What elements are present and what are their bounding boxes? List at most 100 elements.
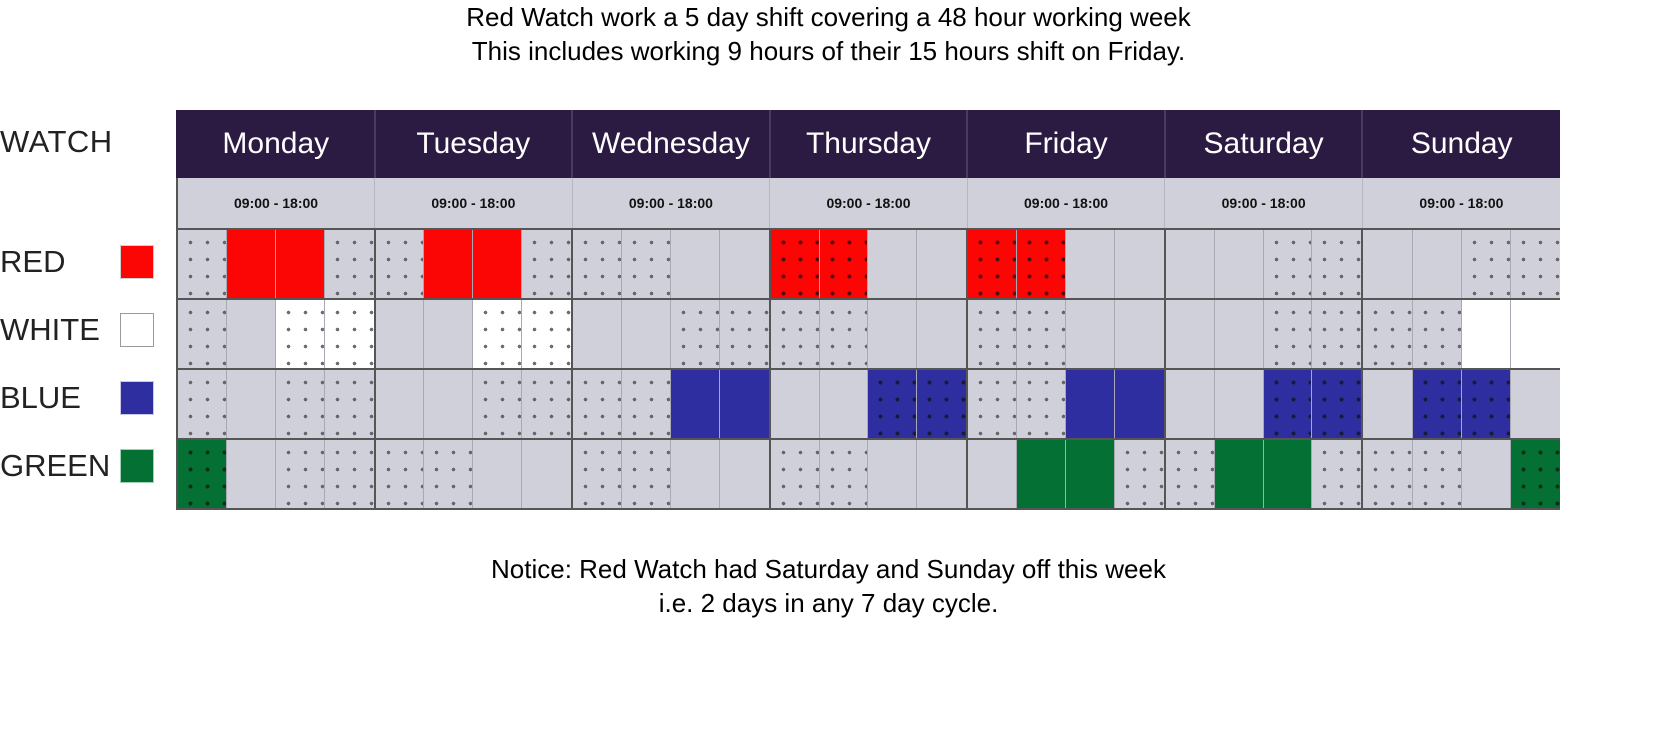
subcell-red-friday-2 <box>1017 230 1067 298</box>
time-range-friday: 09:00 - 18:00 <box>967 178 1166 230</box>
subcell-green-monday-4 <box>324 440 374 508</box>
watch-swatch-blue <box>120 381 154 415</box>
subcell-red-saturday-1 <box>1165 230 1215 298</box>
subcell-blue-monday-4 <box>324 370 374 438</box>
time-range-tuesday: 09:00 - 18:00 <box>374 178 573 230</box>
subcell-white-tuesday-3 <box>473 300 523 368</box>
subcell-group <box>770 440 967 508</box>
subcell-green-monday-2 <box>226 440 276 508</box>
subcell-blue-sunday-1 <box>1363 370 1413 438</box>
subcell-blue-saturday-3 <box>1263 370 1313 438</box>
shift-row-white <box>176 299 1560 370</box>
subcell-group <box>968 440 1164 508</box>
subcell-white-wednesday-4 <box>719 300 769 368</box>
subcell-group <box>1165 370 1362 438</box>
subcell-blue-friday-1 <box>968 370 1018 438</box>
subcell-red-tuesday-2 <box>424 230 474 298</box>
subcell-red-wednesday-2 <box>622 230 671 298</box>
subcell-red-friday-1 <box>968 230 1018 298</box>
subcell-green-monday-3 <box>275 440 325 508</box>
subcell-red-wednesday-1 <box>573 230 623 298</box>
subcell-white-friday-2 <box>1017 300 1067 368</box>
subcell-white-sunday-1 <box>1363 300 1413 368</box>
day-header-saturday: Saturday <box>1164 110 1364 178</box>
subcell-group <box>375 300 572 368</box>
subcell-green-tuesday-1 <box>375 440 425 508</box>
subcell-blue-saturday-1 <box>1165 370 1215 438</box>
subcell-blue-monday-2 <box>226 370 276 438</box>
subcell-green-thursday-2 <box>819 440 869 508</box>
subcell-white-wednesday-2 <box>622 300 671 368</box>
subcell-red-monday-2 <box>226 230 276 298</box>
subcell-red-thursday-4 <box>917 230 967 298</box>
watch-swatch-green <box>120 449 154 483</box>
subcell-green-wednesday-2 <box>622 440 671 508</box>
subcell-blue-sunday-4 <box>1510 370 1560 438</box>
subcell-green-wednesday-3 <box>670 440 720 508</box>
subcell-blue-friday-4 <box>1114 370 1164 438</box>
subcell-red-tuesday-1 <box>375 230 425 298</box>
watch-label-red: RED <box>0 244 66 279</box>
subcell-group <box>1363 230 1561 298</box>
subcell-white-thursday-3 <box>868 300 918 368</box>
day-header-monday: Monday <box>176 110 376 178</box>
subcell-white-monday-3 <box>275 300 325 368</box>
shift-cell-green-thursday <box>769 439 969 510</box>
subcell-group <box>1363 370 1560 438</box>
subcell-group <box>1363 440 1561 508</box>
subcell-green-tuesday-2 <box>424 440 474 508</box>
subcell-group <box>573 300 769 368</box>
shift-cell-blue-friday <box>967 369 1166 440</box>
subcell-group <box>770 370 967 438</box>
shift-cell-blue-monday <box>176 369 376 440</box>
subcell-red-sunday-3 <box>1461 230 1511 298</box>
subcell-green-tuesday-4 <box>522 440 572 508</box>
subcell-group <box>968 300 1164 368</box>
subcell-green-saturday-2 <box>1214 440 1264 508</box>
subcell-white-saturday-1 <box>1165 300 1215 368</box>
watch-label-white: WHITE <box>0 312 100 347</box>
day-header-tuesday: Tuesday <box>374 110 574 178</box>
shift-cell-green-monday <box>176 439 376 510</box>
subcell-red-monday-3 <box>275 230 325 298</box>
subcell-blue-tuesday-2 <box>424 370 474 438</box>
subcell-white-sunday-2 <box>1412 300 1462 368</box>
time-range-monday: 09:00 - 18:00 <box>176 178 376 230</box>
subcell-blue-friday-2 <box>1017 370 1067 438</box>
shift-cell-white-tuesday <box>374 299 574 370</box>
subcell-red-monday-1 <box>178 230 227 298</box>
subcell-group <box>1363 300 1560 368</box>
rota-body <box>176 229 1561 510</box>
subcell-blue-thursday-4 <box>917 370 967 438</box>
subcell-blue-wednesday-2 <box>622 370 671 438</box>
subcell-red-tuesday-3 <box>473 230 523 298</box>
subcell-green-tuesday-3 <box>473 440 523 508</box>
subcell-green-saturday-4 <box>1312 440 1362 508</box>
subcell-blue-thursday-3 <box>868 370 918 438</box>
shift-cell-white-thursday <box>769 299 969 370</box>
subcell-blue-sunday-3 <box>1461 370 1511 438</box>
shift-cell-red-tuesday <box>374 229 574 300</box>
subcell-group <box>178 440 374 508</box>
shift-cell-red-friday <box>967 229 1166 300</box>
subcell-blue-wednesday-1 <box>573 370 623 438</box>
shift-cell-green-tuesday <box>374 439 574 510</box>
subcell-blue-monday-3 <box>275 370 325 438</box>
subcell-group <box>573 440 769 508</box>
subcell-group <box>375 230 572 298</box>
subcell-red-friday-4 <box>1114 230 1164 298</box>
subcell-red-sunday-2 <box>1412 230 1462 298</box>
watch-label-green: GREEN <box>0 448 111 483</box>
subcell-blue-tuesday-4 <box>522 370 572 438</box>
shift-cell-green-saturday <box>1164 439 1364 510</box>
subcell-white-friday-1 <box>968 300 1018 368</box>
subcell-white-wednesday-1 <box>573 300 623 368</box>
subcell-group <box>178 230 374 298</box>
subcell-blue-wednesday-3 <box>670 370 720 438</box>
day-header-wednesday: Wednesday <box>572 110 771 178</box>
subcell-white-friday-4 <box>1114 300 1164 368</box>
subcell-red-thursday-3 <box>868 230 918 298</box>
subcell-white-friday-3 <box>1066 300 1115 368</box>
subcell-green-sunday-3 <box>1461 440 1511 508</box>
subcell-green-sunday-2 <box>1412 440 1462 508</box>
